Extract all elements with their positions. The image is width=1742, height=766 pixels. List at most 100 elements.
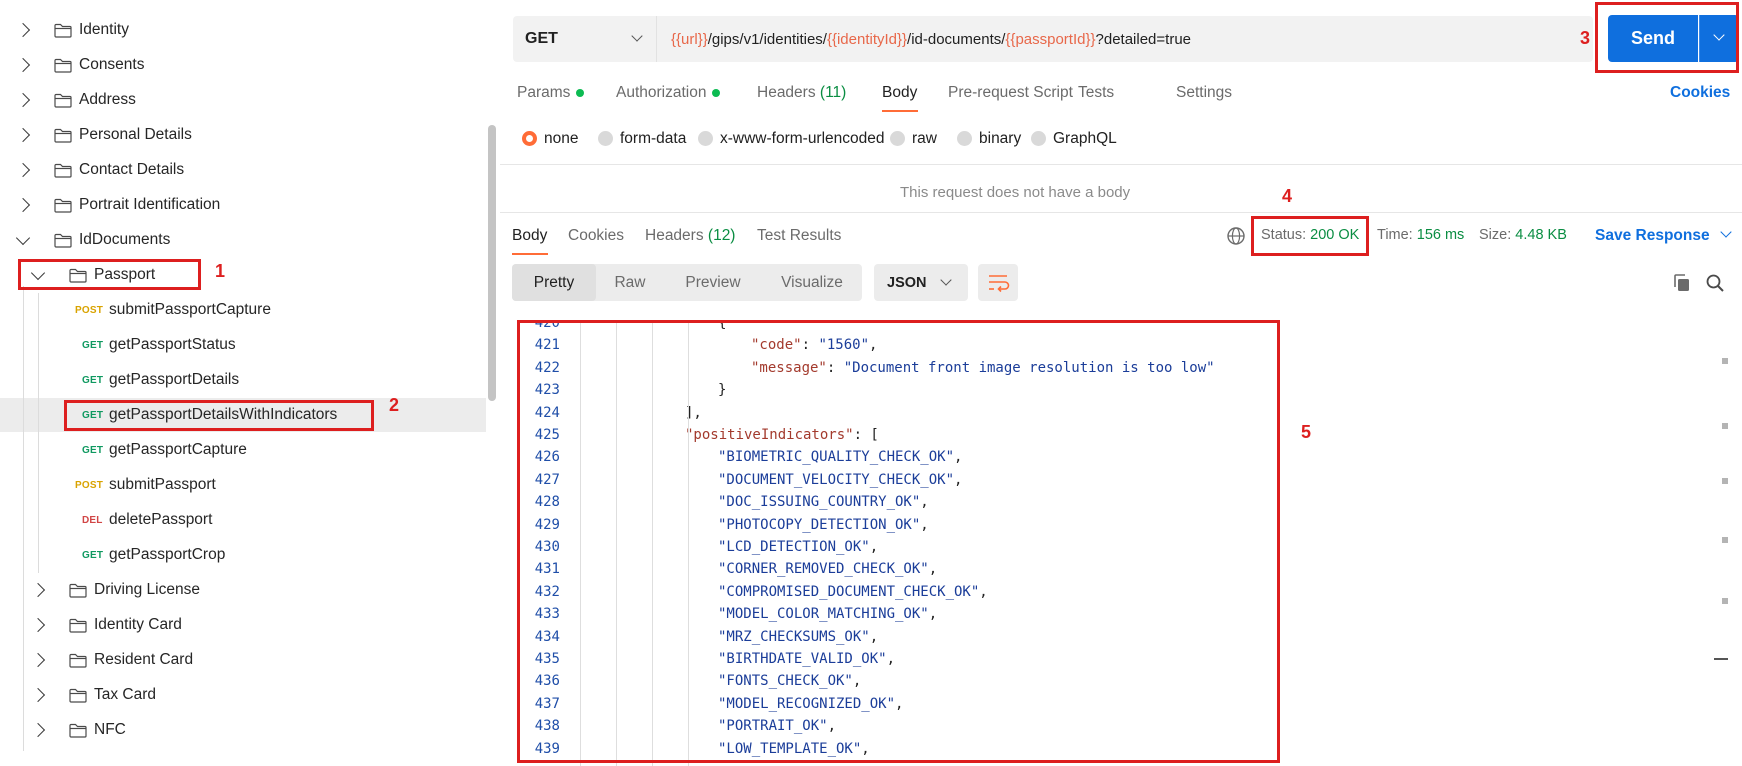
request-label: getPassportCapture [109,441,247,458]
response-time[interactable]: Time: 156 ms [1377,227,1464,243]
wrap-lines-icon [989,275,1010,293]
radio-form-data[interactable] [598,131,613,146]
folder-item[interactable]: Driving License [0,573,486,607]
annotation-box-2 [64,400,374,431]
folder-icon [54,163,72,178]
annotation-label-1: 1 [215,261,226,281]
tab-settings[interactable]: Settings [1176,84,1232,102]
folder-item[interactable]: Personal Details [0,118,486,152]
folder-item[interactable]: Tax Card [0,678,486,712]
chevron-right-icon[interactable] [30,617,46,633]
folder-item[interactable]: NFC [0,713,486,747]
chevron-right-icon[interactable] [30,582,46,598]
folder-item[interactable]: Contact Details [0,153,486,187]
radio-none[interactable] [522,131,537,146]
folder-icon [69,583,87,598]
wrap-lines-button[interactable] [978,264,1018,301]
method-value: GET [525,30,558,47]
tab-headers-label: Headers [757,84,816,101]
request-label: getPassportDetails [109,371,240,388]
response-tab-body[interactable]: Body [512,227,547,245]
save-response-label: Save Response [1595,227,1710,244]
chevron-glyph [15,197,31,213]
request-item[interactable]: GET getPassportCrop [0,538,486,572]
annotation-box-5 [517,320,1280,763]
tab-params[interactable]: Params [517,84,585,102]
radio-binary[interactable] [957,131,972,146]
request-label: deletePassport [109,511,213,528]
folder-item[interactable]: Address [0,83,486,117]
view-raw[interactable]: Raw [596,264,664,301]
folder-icon [69,723,87,738]
response-tab-cookies[interactable]: Cookies [568,227,624,245]
chevron-right-icon[interactable] [15,127,31,143]
folder-item[interactable]: Consents [0,48,486,82]
url-input[interactable]: {{url}}/gips/v1/identities/{{identityId}… [657,31,1191,48]
chevron-down-icon[interactable] [15,230,31,248]
folder-label: Consents [79,56,145,73]
format-select[interactable]: JSON [874,264,968,301]
active-tab-indicator [512,253,548,255]
tab-authorization[interactable]: Authorization [616,84,721,102]
url-bar: GET {{url}}/gips/v1/identities/{{identit… [513,16,1593,62]
folder-label: IdDocuments [79,231,171,248]
folder-item[interactable]: IdDocuments [0,223,486,257]
chevron-glyph [30,687,46,703]
view-visualize[interactable]: Visualize [762,264,862,301]
response-tab-headers[interactable]: Headers (12) [645,227,735,245]
request-item[interactable]: GET getPassportCapture [0,433,486,467]
radio-x-www-form-urlencoded[interactable] [698,131,713,146]
folder-item[interactable]: Resident Card [0,643,486,677]
divider [500,212,1742,213]
method-badge: POST [75,480,104,491]
method-badge: GET [82,550,104,561]
request-item[interactable]: GET getPassportStatus [0,328,486,362]
radio-label: form-data [620,130,687,147]
request-item[interactable]: DEL deletePassport [0,503,486,537]
folder-item[interactable]: Identity [0,13,486,47]
response-size[interactable]: Size: 4.48 KB [1479,227,1567,243]
request-item[interactable]: POST submitPassport [0,468,486,502]
folder-label: Address [79,91,136,108]
folder-item[interactable]: Identity Card [0,608,486,642]
folder-label: Identity Card [94,616,182,633]
chevron-right-icon[interactable] [15,22,31,38]
request-item[interactable]: GET getPassportDetails [0,363,486,397]
folder-label: Portrait Identification [79,196,221,213]
method-badge: GET [82,445,104,456]
radio-graphql[interactable] [1031,131,1046,146]
chevron-glyph [15,230,31,245]
radio-raw[interactable] [890,131,905,146]
search-icon[interactable] [1705,273,1725,293]
chevron-right-icon[interactable] [15,57,31,73]
view-preview[interactable]: Preview [664,264,762,301]
chevron-right-icon[interactable] [30,687,46,703]
request-item[interactable]: POST submitPassportCapture [0,293,486,327]
save-response-button[interactable]: Save Response [1595,226,1732,245]
method-badge: POST [75,305,104,316]
sidebar-scrollbar[interactable] [488,125,496,401]
url-segment: /gips/v1/identities/ [707,30,827,48]
folder-item[interactable]: Portrait Identification [0,188,486,222]
folder-label: Tax Card [94,686,157,703]
chevron-right-icon[interactable] [30,652,46,668]
method-select[interactable]: GET [513,16,657,62]
response-tab-test-results[interactable]: Test Results [757,227,841,245]
folder-icon [54,233,72,248]
annotation-box-1 [18,259,201,290]
tab-tests[interactable]: Tests [1078,84,1114,102]
view-pretty[interactable]: Pretty [512,264,596,301]
radio-label: none [544,130,579,147]
chevron-down-icon [940,274,952,286]
chevron-right-icon[interactable] [15,162,31,178]
tab-prerequest-script[interactable]: Pre-request Script [948,84,1073,102]
tab-body[interactable]: Body [882,84,917,102]
tab-headers[interactable]: Headers (11) [757,84,846,102]
chevron-right-icon[interactable] [15,197,31,213]
cookies-link[interactable]: Cookies [1670,84,1730,102]
globe-icon[interactable] [1226,226,1246,246]
chevron-right-icon[interactable] [30,722,46,738]
chevron-right-icon[interactable] [15,92,31,108]
method-badge: DEL [82,515,103,526]
copy-icon[interactable] [1672,273,1692,293]
